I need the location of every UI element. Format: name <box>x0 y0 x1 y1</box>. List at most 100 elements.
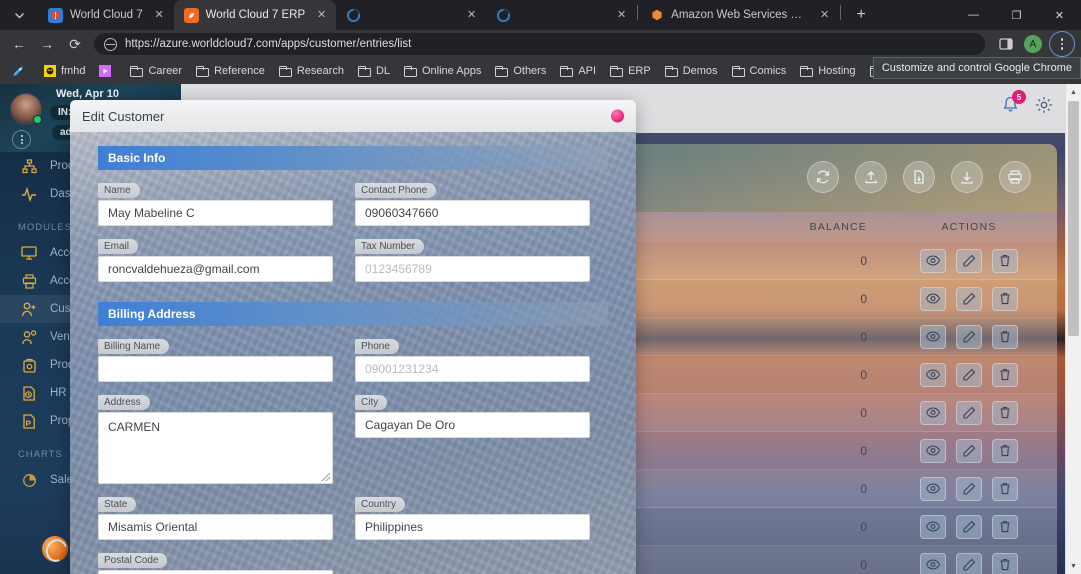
edit-button[interactable] <box>956 362 982 387</box>
reload-button[interactable]: ⟳ <box>62 31 88 57</box>
close-icon[interactable]: ✕ <box>463 7 480 24</box>
view-button[interactable] <box>920 552 946 574</box>
address-bar[interactable]: https://azure.worldcloud7.com/apps/custo… <box>94 33 985 55</box>
delete-button[interactable] <box>992 476 1018 501</box>
billing-name-input[interactable] <box>98 356 333 382</box>
back-button[interactable]: ← <box>6 31 32 57</box>
edit-button[interactable] <box>956 286 982 311</box>
edit-button[interactable] <box>956 514 982 539</box>
bookmark-api[interactable]: API <box>554 63 602 79</box>
edit-button[interactable] <box>956 552 982 574</box>
delete-button[interactable] <box>992 400 1018 425</box>
download-button[interactable] <box>951 161 983 193</box>
bookmark-dl[interactable]: DL <box>352 63 396 79</box>
bookmark-reference[interactable]: Reference <box>190 63 271 79</box>
bookmark-others[interactable]: Others <box>489 63 552 79</box>
bookmark-career[interactable]: Career <box>124 63 188 79</box>
user-gear-icon <box>18 329 40 345</box>
delete-button[interactable] <box>992 324 1018 349</box>
forward-button[interactable]: → <box>34 31 60 57</box>
close-icon[interactable] <box>611 109 624 123</box>
close-window-button[interactable]: ✕ <box>1038 0 1081 30</box>
current-date: Wed, Apr 10 <box>56 88 119 100</box>
delete-button[interactable] <box>992 514 1018 539</box>
bookmark-erp[interactable]: ERP <box>604 63 657 79</box>
trash-icon <box>999 330 1011 343</box>
tab-world-cloud-7[interactable]: World Cloud 7 ✕ <box>38 0 174 30</box>
bookmark-demos[interactable]: Demos <box>659 63 724 79</box>
edit-button[interactable] <box>956 476 982 501</box>
settings-button[interactable] <box>1035 96 1053 114</box>
scroll-up-icon[interactable]: ▲ <box>1066 84 1081 100</box>
bookmark-online-apps[interactable]: Online Apps <box>398 63 487 79</box>
bookmark-fmhd[interactable]: fmhd <box>38 63 91 79</box>
edit-button[interactable] <box>956 248 982 273</box>
tax-number-input[interactable]: 0123456789 <box>355 256 590 282</box>
minimize-button[interactable]: — <box>952 0 995 30</box>
maximize-button[interactable]: ❐ <box>995 0 1038 30</box>
tab-blank-1[interactable]: ✕ <box>336 0 486 30</box>
tab-search-button[interactable] <box>0 0 38 30</box>
phone-input[interactable]: 09001231234 <box>355 356 590 382</box>
country-input[interactable]: Philippines <box>355 514 590 540</box>
view-button[interactable] <box>920 438 946 463</box>
tab-aws-sign-in[interactable]: Amazon Web Services Sign-In ✕ <box>639 0 839 30</box>
city-input[interactable]: Cagayan De Oro <box>355 412 590 438</box>
postal-code-input[interactable]: 9000 <box>98 570 333 574</box>
delete-button[interactable] <box>992 362 1018 387</box>
edit-button[interactable] <box>956 400 982 425</box>
delete-button[interactable] <box>992 552 1018 574</box>
trash-icon <box>999 520 1011 533</box>
field-billing-name: Billing Name <box>98 336 333 382</box>
close-icon[interactable]: ✕ <box>613 7 630 24</box>
close-icon[interactable]: ✕ <box>313 7 330 24</box>
bookmark-research[interactable]: Research <box>273 63 350 79</box>
bookmark-violet[interactable] <box>93 63 122 79</box>
close-icon[interactable]: ✕ <box>816 7 833 24</box>
bookmark-rocket[interactable] <box>6 63 36 80</box>
tab-world-cloud-7-erp[interactable]: World Cloud 7 ERP ✕ <box>173 0 337 30</box>
name-input[interactable]: May Mabeline C <box>98 200 333 226</box>
field-label: State <box>98 497 137 512</box>
upload-button[interactable] <box>855 161 887 193</box>
import-file-button[interactable] <box>903 161 935 193</box>
resize-grip-icon[interactable] <box>322 473 330 481</box>
edit-button[interactable] <box>956 324 982 349</box>
profile-avatar-button[interactable]: A <box>1021 32 1045 56</box>
row-balance: 0 <box>860 329 867 344</box>
panel-tool-buttons <box>807 161 1031 193</box>
print-button[interactable] <box>999 161 1031 193</box>
scrollbar-thumb[interactable] <box>1068 101 1079 336</box>
refresh-button[interactable] <box>807 161 839 193</box>
field-address: Address CARMEN <box>98 392 333 484</box>
new-tab-button[interactable]: + <box>848 2 874 28</box>
delete-button[interactable] <box>992 438 1018 463</box>
page-scrollbar[interactable]: ▲ ▼ <box>1065 84 1081 574</box>
address-textarea[interactable]: CARMEN <box>98 412 333 484</box>
tab-blank-2[interactable]: ✕ <box>486 0 636 30</box>
chrome-menu-button[interactable] <box>1049 31 1075 57</box>
field-email: Email roncvaldehueza@gmail.com <box>98 236 333 282</box>
close-icon[interactable]: ✕ <box>151 7 168 24</box>
view-button[interactable] <box>920 362 946 387</box>
view-button[interactable] <box>920 400 946 425</box>
notifications-button[interactable]: 5 <box>1002 90 1026 114</box>
state-input[interactable]: Misamis Oriental <box>98 514 333 540</box>
bookmark-hosting[interactable]: Hosting <box>794 63 861 79</box>
email-input[interactable]: roncvaldehueza@gmail.com <box>98 256 333 282</box>
scroll-down-icon[interactable]: ▼ <box>1066 558 1081 574</box>
contact-phone-input[interactable]: 09060347660 <box>355 200 590 226</box>
field-label: Email <box>98 239 139 254</box>
view-button[interactable] <box>920 286 946 311</box>
compass-icon <box>183 7 199 23</box>
side-panel-icon[interactable] <box>994 32 1018 56</box>
view-button[interactable] <box>920 476 946 501</box>
edit-button[interactable] <box>956 438 982 463</box>
view-button[interactable] <box>920 514 946 539</box>
view-button[interactable] <box>920 248 946 273</box>
view-button[interactable] <box>920 324 946 349</box>
delete-button[interactable] <box>992 286 1018 311</box>
bookmark-comics[interactable]: Comics <box>726 63 793 79</box>
profile-menu-button[interactable] <box>12 130 31 149</box>
delete-button[interactable] <box>992 248 1018 273</box>
